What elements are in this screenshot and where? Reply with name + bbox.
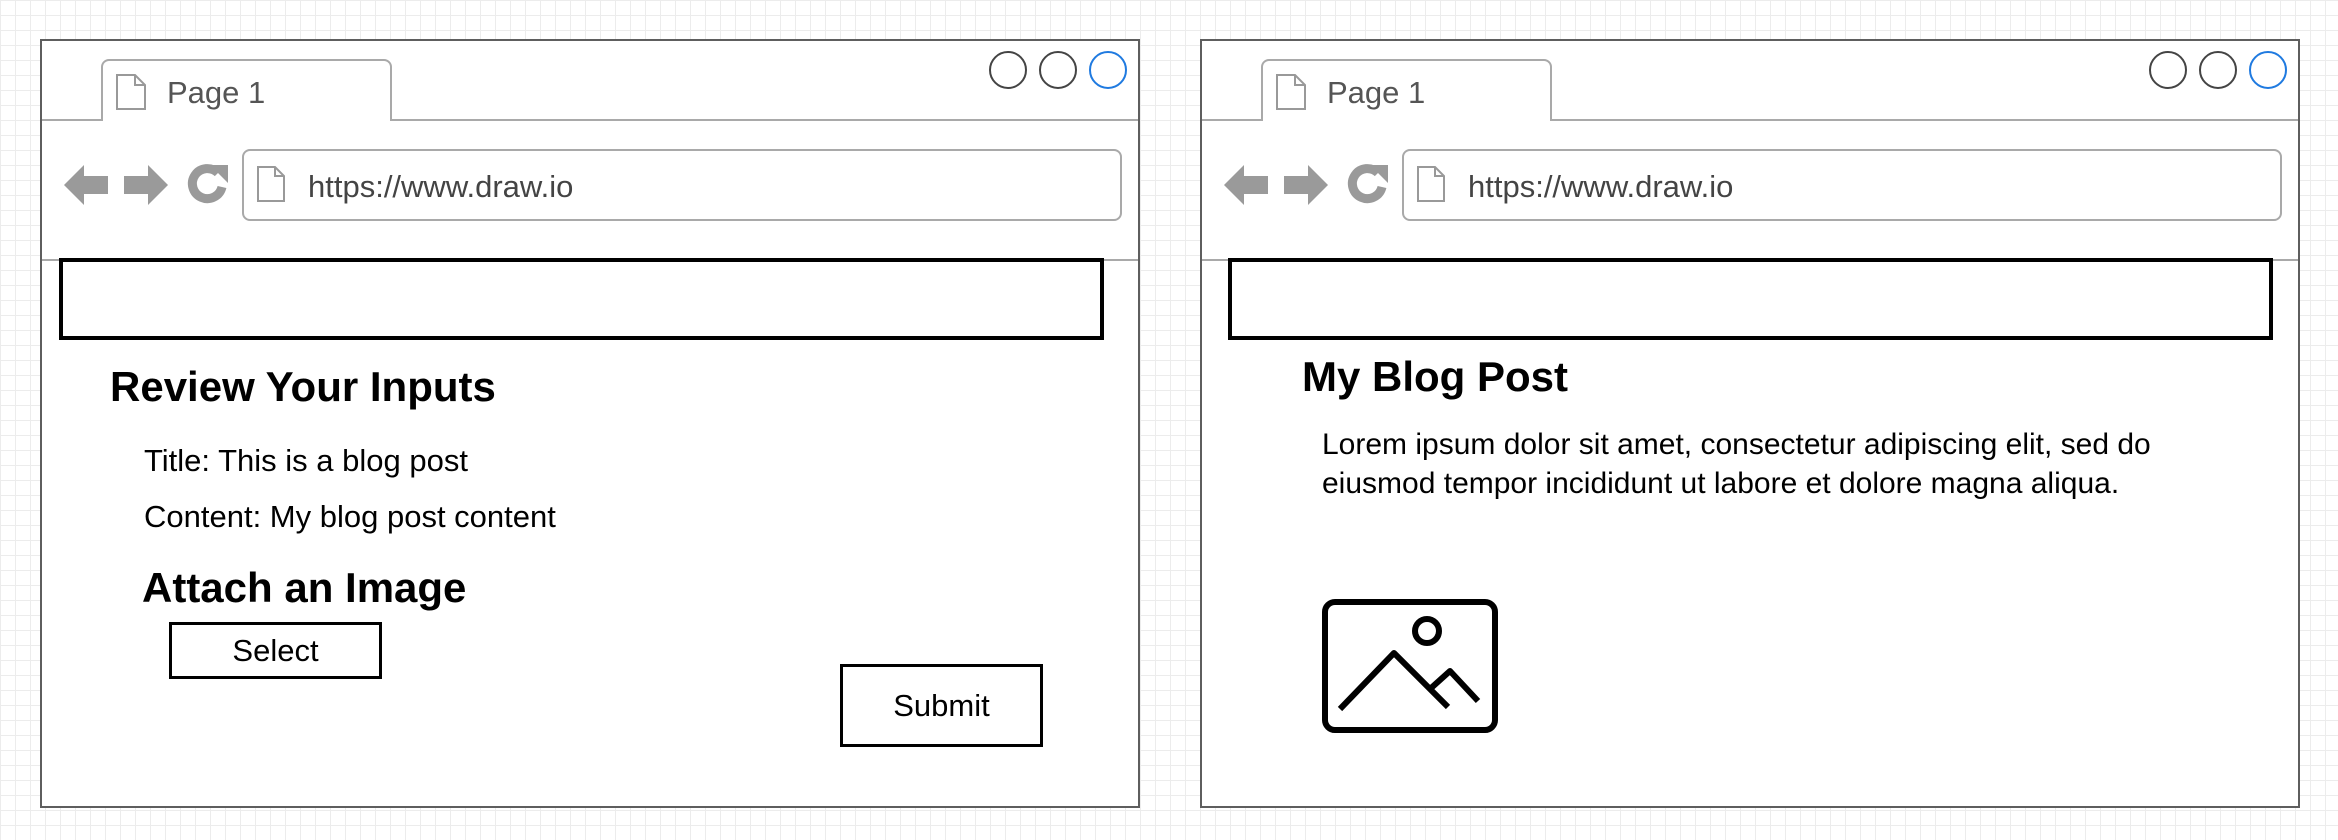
browser-tab[interactable]: Page 1: [1261, 59, 1552, 121]
post-body: Lorem ipsum dolor sit amet, consectetur …: [1322, 428, 2151, 500]
window-control-button[interactable]: [2199, 51, 2237, 89]
back-arrow-icon[interactable]: [62, 161, 110, 209]
browser-tab[interactable]: Page 1: [101, 59, 392, 121]
page-icon: [1276, 74, 1306, 110]
url-text: https://www.draw.io: [308, 169, 574, 204]
address-bar[interactable]: https://www.draw.io: [1402, 149, 2282, 221]
page-icon: [116, 74, 146, 110]
browser-window-review: Page 1 https://www.draw.io Review Your I…: [40, 39, 1140, 808]
page-heading: Review Your Inputs: [110, 363, 496, 410]
post-title: My Blog Post: [1302, 353, 1569, 400]
browser-window-blog: Page 1 https://www.draw.io My Blog Post …: [1200, 39, 2300, 808]
window-control-button[interactable]: [989, 51, 1027, 89]
content-line: Content: My blog post content: [144, 499, 556, 534]
window-control-button-active[interactable]: [2249, 51, 2287, 89]
url-text: https://www.draw.io: [1468, 169, 1734, 204]
image-placeholder-icon: [1322, 599, 1498, 733]
submit-button[interactable]: Submit: [840, 664, 1043, 747]
window-control-button[interactable]: [1039, 51, 1077, 89]
window-control-button[interactable]: [2149, 51, 2187, 89]
reload-icon[interactable]: [1344, 161, 1390, 207]
reload-icon[interactable]: [184, 161, 230, 207]
title-line: Title: This is a blog post: [144, 443, 468, 478]
window-control-button-active[interactable]: [1089, 51, 1127, 89]
tab-label: Page 1: [167, 75, 266, 110]
forward-arrow-icon[interactable]: [122, 161, 170, 209]
header-bar: [1228, 258, 2273, 340]
back-arrow-icon[interactable]: [1222, 161, 1270, 209]
address-bar[interactable]: https://www.draw.io: [242, 149, 1122, 221]
forward-arrow-icon[interactable]: [1282, 161, 1330, 209]
page-icon: [1417, 166, 1445, 202]
attach-heading: Attach an Image: [142, 564, 467, 611]
page-icon: [257, 166, 285, 202]
header-bar: [59, 258, 1104, 340]
tab-label: Page 1: [1327, 75, 1426, 110]
select-button[interactable]: Select: [169, 622, 382, 679]
